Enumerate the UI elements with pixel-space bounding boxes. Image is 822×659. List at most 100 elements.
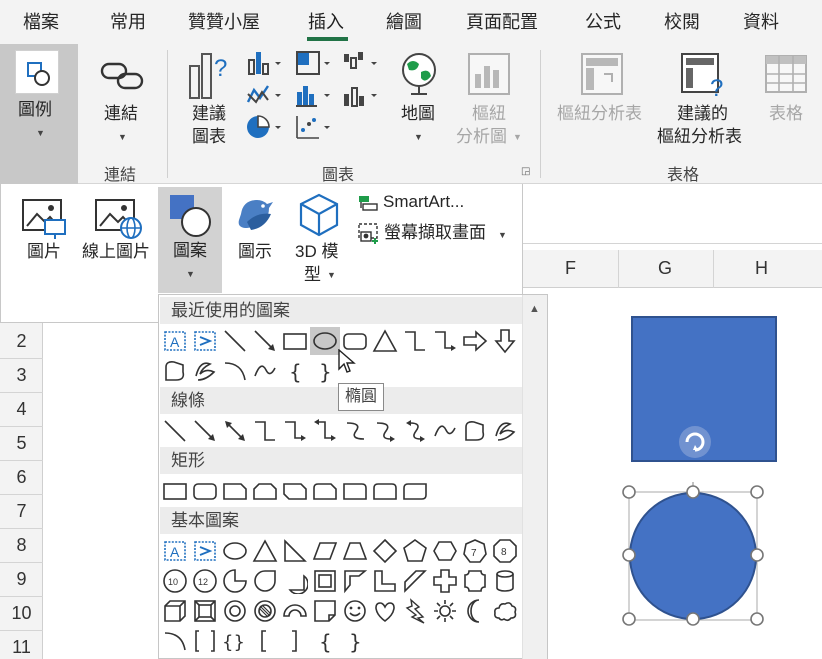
scatter-chart-icon[interactable] — [295, 114, 333, 145]
snip-round-corner-rectangle-icon[interactable] — [312, 478, 338, 504]
left-bracket-icon[interactable] — [252, 628, 278, 654]
combo-chart-icon[interactable] — [342, 82, 380, 113]
smiley-face-icon[interactable] — [342, 598, 368, 624]
line-icon[interactable] — [162, 418, 188, 444]
right-triangle-icon[interactable] — [282, 538, 308, 564]
vertical-text-box-icon[interactable] — [192, 328, 218, 354]
cloud-icon[interactable] — [492, 598, 518, 624]
plaque-icon[interactable] — [462, 568, 488, 594]
frame-icon[interactable] — [312, 568, 338, 594]
elbow-connector-icon[interactable] — [252, 418, 278, 444]
gallery-scrollbar[interactable]: ▲ — [522, 295, 547, 659]
snip-single-corner-rectangle-icon[interactable] — [222, 478, 248, 504]
text-box-icon[interactable]: A — [162, 328, 188, 354]
rectangle-icon[interactable] — [282, 328, 308, 354]
online-pictures-button[interactable]: 線上圖片 — [82, 240, 150, 263]
elbow-arrow-connector-icon[interactable] — [282, 418, 308, 444]
recommended-pivot-label-2[interactable]: 樞紐分析表 — [657, 125, 742, 148]
diamond-icon[interactable] — [372, 538, 398, 564]
curved-arrow-connector-icon[interactable] — [372, 418, 398, 444]
row-7[interactable]: 7 — [0, 501, 43, 522]
scribble-icon[interactable] — [192, 358, 218, 384]
3d-models-label-2[interactable]: 型 — [304, 263, 321, 286]
freeform-shape-icon[interactable] — [162, 358, 188, 384]
arrow-line-icon[interactable] — [192, 418, 218, 444]
folded-corner-icon[interactable] — [312, 598, 338, 624]
recommended-charts-label-2[interactable]: 圖表 — [192, 125, 226, 148]
bar-chart-icon[interactable] — [246, 50, 284, 81]
pie-chart-icon[interactable] — [246, 114, 284, 145]
rounded-rectangle-icon[interactable] — [192, 478, 218, 504]
pictures-button[interactable]: 圖片 — [27, 240, 61, 263]
links-button[interactable]: 連結 — [104, 102, 138, 125]
right-arrow-icon[interactable] — [462, 328, 488, 354]
moon-icon[interactable] — [462, 598, 488, 624]
recommended-charts-label-1[interactable]: 建議 — [192, 102, 226, 125]
left-brace-icon[interactable]: { — [282, 358, 308, 384]
statistic-chart-icon[interactable] — [295, 82, 333, 113]
parallelogram-icon[interactable] — [312, 538, 338, 564]
triangle-icon[interactable] — [252, 538, 278, 564]
row-2[interactable]: 2 — [0, 331, 43, 352]
bevel-icon[interactable] — [192, 598, 218, 624]
left-brace-icon[interactable]: { — [312, 628, 338, 654]
teardrop-icon[interactable] — [252, 568, 278, 594]
double-arrow-line-icon[interactable] — [222, 418, 248, 444]
recommended-pivot-label-1[interactable]: 建議的 — [677, 102, 728, 125]
arrow-line-icon[interactable] — [252, 328, 278, 354]
double-brace-icon[interactable]: {} — [222, 628, 248, 654]
row-5[interactable]: 5 — [0, 433, 43, 454]
3d-models-label-1[interactable]: 3D 模 — [295, 240, 338, 263]
text-box-icon[interactable]: A — [162, 538, 188, 564]
arc-icon[interactable] — [222, 358, 248, 384]
line-chart-icon[interactable] — [246, 82, 284, 113]
round-same-side-corner-rectangle-icon[interactable] — [372, 478, 398, 504]
octagon-icon[interactable]: 8 — [492, 538, 518, 564]
line-icon[interactable] — [222, 328, 248, 354]
oval-icon[interactable] — [222, 538, 248, 564]
oval-icon[interactable] — [310, 327, 340, 355]
curved-double-arrow-connector-icon[interactable] — [402, 418, 428, 444]
l-shape-icon[interactable] — [372, 568, 398, 594]
tab-formulas[interactable]: 公式 — [585, 8, 621, 34]
donut-icon[interactable] — [222, 598, 248, 624]
chord-icon[interactable] — [282, 568, 308, 594]
curved-connector-icon[interactable] — [342, 418, 368, 444]
snip-diagonal-corner-rectangle-icon[interactable] — [282, 478, 308, 504]
curve-icon[interactable] — [432, 418, 458, 444]
tab-draw[interactable]: 繪圖 — [386, 8, 422, 34]
right-brace-icon[interactable]: } — [342, 628, 368, 654]
double-bracket-icon[interactable] — [192, 628, 218, 654]
scroll-up-arrow-icon[interactable]: ▲ — [529, 303, 540, 315]
hierarchy-chart-icon[interactable] — [295, 50, 333, 81]
rectangle-icon[interactable] — [162, 478, 188, 504]
tab-file[interactable]: 檔案 — [23, 8, 59, 34]
heart-icon[interactable] — [372, 598, 398, 624]
heptagon-icon[interactable]: 7 — [462, 538, 488, 564]
can-icon[interactable] — [492, 568, 518, 594]
icons-button[interactable]: 圖示 — [238, 240, 272, 263]
hexagon-icon[interactable] — [432, 538, 458, 564]
column-f[interactable]: F — [565, 258, 576, 279]
right-bracket-icon[interactable] — [282, 628, 308, 654]
diagonal-stripe-icon[interactable] — [402, 568, 428, 594]
selected-circle-shape[interactable] — [620, 482, 770, 637]
smartart-button[interactable]: SmartArt... — [383, 190, 464, 213]
freeform-shape-icon[interactable] — [462, 418, 488, 444]
row-4[interactable]: 4 — [0, 399, 43, 420]
illustrations-button[interactable]: 圖例 ▼ — [0, 44, 78, 184]
sun-icon[interactable] — [432, 598, 458, 624]
curve-icon[interactable] — [252, 358, 278, 384]
row-3[interactable]: 3 — [0, 365, 43, 386]
tab-custom[interactable]: 贊贊小屋 — [188, 8, 260, 34]
trapezoid-icon[interactable] — [342, 538, 368, 564]
elbow-connector-icon[interactable] — [402, 328, 428, 354]
dodecagon-icon[interactable]: 12 — [192, 568, 218, 594]
shapes-button[interactable]: 圖案 ▼ — [158, 187, 222, 293]
no-symbol-icon[interactable] — [252, 598, 278, 624]
triangle-icon[interactable] — [372, 328, 398, 354]
column-h[interactable]: H — [755, 258, 768, 279]
tab-page-layout[interactable]: 頁面配置 — [466, 8, 538, 34]
pentagon-icon[interactable] — [402, 538, 428, 564]
snip-same-side-corner-rectangle-icon[interactable] — [252, 478, 278, 504]
